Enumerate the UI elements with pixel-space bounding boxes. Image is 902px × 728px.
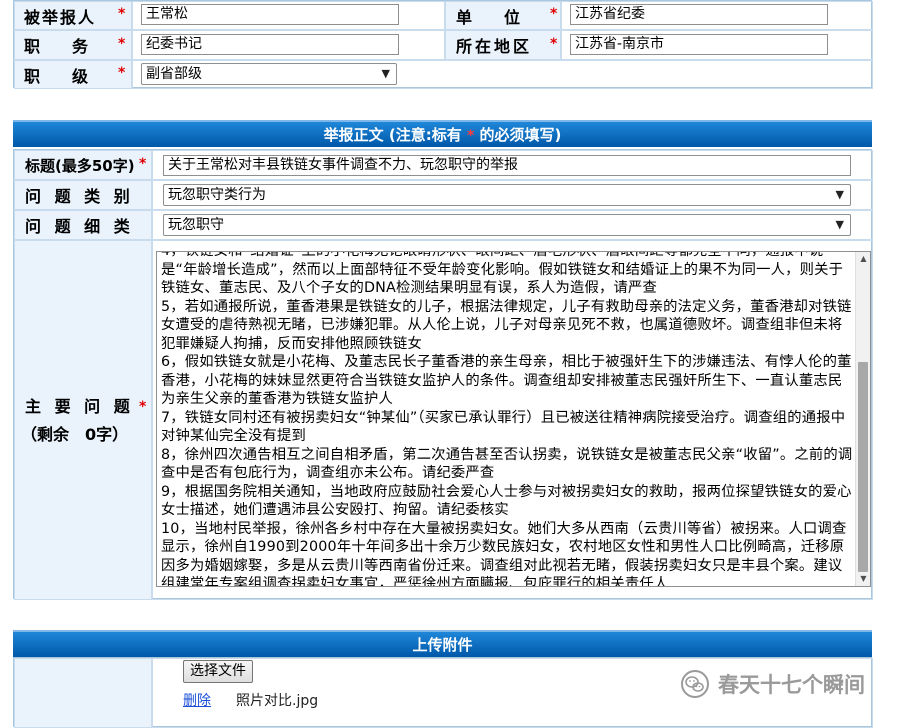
- category-select-value: 玩忽职守类行为: [168, 187, 266, 203]
- wechat-icon: [681, 670, 709, 698]
- location-input[interactable]: 江苏省-南京市: [570, 34, 828, 55]
- chevron-down-icon: ▼: [835, 188, 844, 201]
- location-label: 所在地区: [456, 37, 533, 56]
- main-issue-textarea[interactable]: 4，铁链女和“结婚证”上的小花梅无论眼睛形状、眼间距、眉毛形状、眉眼间距等都完全…: [156, 251, 871, 587]
- rank-select-value: 副省部级: [146, 66, 202, 82]
- report-body-banner-prefix: 举报正文 (注意:标有: [323, 126, 462, 144]
- required-star: *: [139, 399, 147, 415]
- choose-file-button[interactable]: 选择文件: [183, 660, 253, 683]
- required-star: *: [118, 6, 126, 22]
- chevron-down-icon: ▼: [381, 67, 390, 80]
- attachments-label-cell: [14, 658, 152, 728]
- subcategory-select[interactable]: 玩忽职守 ▼: [163, 214, 851, 236]
- rank-select[interactable]: 副省部级 ▼: [141, 63, 397, 85]
- position-input[interactable]: 纪委书记: [141, 34, 399, 55]
- required-star: *: [550, 6, 558, 22]
- watermark-text: 春天十七个瞬间: [718, 673, 865, 697]
- remaining-chars-label: （剩余 0字）: [21, 425, 129, 444]
- title-label: 标题(最多50字): [25, 156, 135, 175]
- textarea-scrollbar[interactable]: ▲ ▼: [855, 252, 870, 586]
- attachments-banner: 上传附件: [13, 630, 872, 657]
- required-star: *: [118, 65, 126, 81]
- subcategory-select-value: 玩忽职守: [168, 217, 224, 233]
- attachment-file-name: 照片对比.jpg: [236, 693, 319, 709]
- report-body-banner: 举报正文 (注意:标有 * 的必须填写): [13, 120, 872, 147]
- title-input[interactable]: 关于王常松对丰县铁链女事件调查不力、玩忽职守的举报: [163, 155, 851, 176]
- scroll-down-arrow-icon[interactable]: ▼: [856, 572, 870, 586]
- chevron-down-icon: ▼: [835, 218, 844, 231]
- delete-attachment-link[interactable]: 删除: [183, 690, 211, 710]
- main-issue-label: 主 要 问 题: [25, 397, 134, 416]
- reported-name-input[interactable]: 王常松: [141, 4, 399, 25]
- scrollbar-thumb[interactable]: [858, 362, 868, 572]
- reported-name-label-cell: 被举报人 *: [14, 1, 132, 30]
- required-star: *: [118, 36, 126, 52]
- subcategory-label: 问 题 细 类: [25, 217, 134, 236]
- required-star: *: [550, 36, 558, 52]
- category-label: 问 题 类 别: [25, 187, 134, 206]
- rank-label-cell: 职 级 *: [14, 60, 132, 89]
- reported-name-label: 被举报人: [24, 7, 97, 27]
- watermark: 春天十七个瞬间: [680, 669, 865, 699]
- main-issue-label-cell: 主 要 问 题 * （剩余 0字）: [14, 240, 152, 600]
- title-label-cell: 标题(最多50字) *: [14, 150, 152, 180]
- position-label-cell: 职 务 *: [14, 30, 132, 60]
- scroll-up-arrow-icon[interactable]: ▲: [856, 252, 870, 266]
- required-star: *: [466, 128, 475, 144]
- unit-label: 单 位: [456, 7, 521, 27]
- category-select[interactable]: 玩忽职守类行为 ▼: [163, 184, 851, 206]
- report-body-banner-suffix: 的必须填写): [479, 126, 562, 144]
- position-label: 职 务: [24, 37, 89, 56]
- rank-label: 职 级: [24, 66, 89, 86]
- subcategory-label-cell: 问 题 细 类: [14, 210, 152, 240]
- main-issue-text: 4，铁链女和“结婚证”上的小花梅无论眼睛形状、眼间距、眉毛形状、眉眼间距等都完全…: [161, 251, 853, 587]
- unit-input[interactable]: 江苏省纪委: [570, 4, 828, 25]
- unit-label-cell: 单 位 *: [445, 1, 561, 30]
- category-label-cell: 问 题 类 别: [14, 180, 152, 210]
- location-label-cell: 所在地区 *: [445, 30, 561, 60]
- required-star: *: [139, 156, 147, 172]
